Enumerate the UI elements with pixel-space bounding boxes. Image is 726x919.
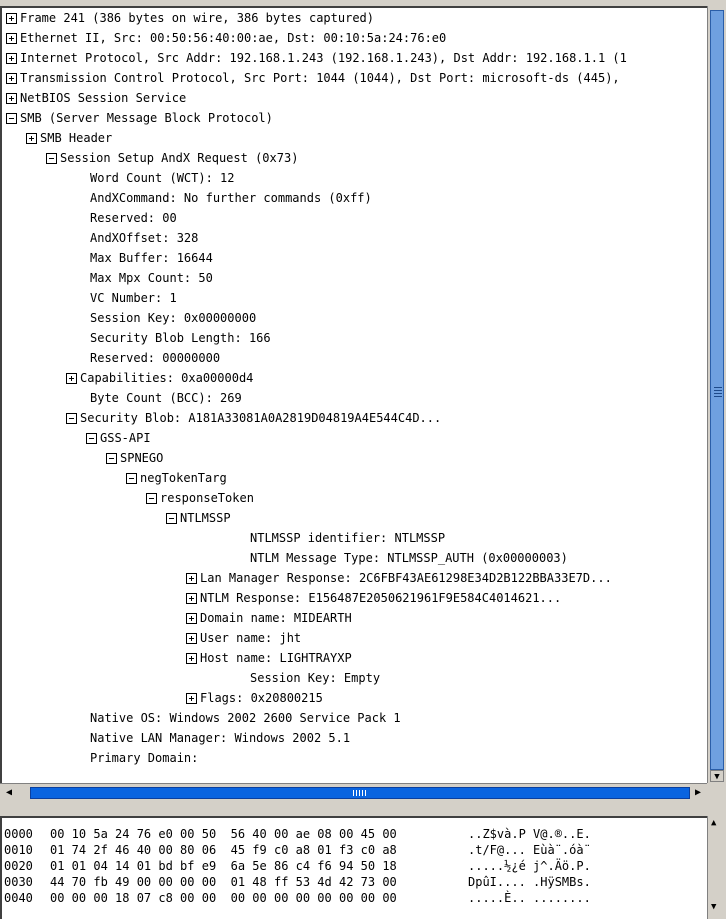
hex-offset: 0000	[4, 827, 33, 841]
packet-bytes-pane[interactable]: 0000 00 10 5a 24 76 e0 00 50 56 40 00 ae …	[0, 816, 707, 919]
tree-row-label: Frame 241 (386 bytes on wire, 386 bytes …	[20, 11, 375, 25]
tree-row-label: Lan Manager Response: 2C6FBF43AE61298E34…	[200, 571, 612, 585]
bytes-vertical-scrollbar[interactable]: ▲ ▼	[707, 816, 726, 919]
hex-bytes: 44 70 fb 49 00 00 00 00 01 48 ff 53 4d 4…	[50, 875, 397, 889]
tree-row-label: Reserved: 00000000	[90, 351, 221, 365]
tree-row-label: negTokenTarg	[140, 471, 227, 485]
expand-plus-icon[interactable]	[6, 73, 17, 84]
hex-bytes: 01 01 04 14 01 bd bf e9 6a 5e 86 c4 f6 9…	[50, 859, 397, 873]
expand-plus-icon[interactable]	[6, 13, 17, 24]
tree-row-label: Domain name: MIDEARTH	[200, 611, 352, 625]
expand-plus-icon[interactable]	[6, 33, 17, 44]
expand-plus-icon[interactable]	[186, 593, 197, 604]
tree-row-label: Byte Count (BCC): 269	[90, 391, 242, 405]
tree-row-label: Max Mpx Count: 50	[90, 271, 213, 285]
tree-row-label: Primary Domain:	[90, 751, 199, 765]
collapse-minus-icon[interactable]	[66, 413, 77, 424]
tree-row-label: GSS-API	[100, 431, 151, 445]
expand-plus-icon[interactable]	[186, 613, 197, 624]
tree-row-label: SMB (Server Message Block Protocol)	[20, 111, 273, 125]
tree-row-label: User name: jht	[200, 631, 302, 645]
tree-row-label: Native LAN Manager: Windows 2002 5.1	[90, 731, 351, 745]
collapse-minus-icon[interactable]	[46, 153, 57, 164]
hex-bytes: 00 10 5a 24 76 e0 00 50 56 40 00 ae 08 0…	[50, 827, 397, 841]
hex-ascii: .....È.. ........	[468, 891, 591, 905]
tree-row-label: Session Key: 0x00000000	[90, 311, 257, 325]
tree-row-label: Capabilities: 0xa00000d4	[80, 371, 254, 385]
expand-plus-icon[interactable]	[66, 373, 77, 384]
tree-row-label: AndXCommand: No further commands (0xff)	[90, 191, 372, 205]
packet-details-tree[interactable]: Frame 241 (386 bytes on wire, 386 bytes …	[0, 6, 707, 783]
hex-ascii: DpûI.... .HÿSMBs.	[468, 875, 591, 889]
hex-bytes: 01 74 2f 46 40 00 80 06 45 f9 c0 a8 01 f…	[50, 843, 397, 857]
tree-row-label: Ethernet II, Src: 00:50:56:40:00:ae, Dst…	[20, 31, 447, 45]
details-vertical-scroll-thumb[interactable]	[710, 10, 724, 770]
collapse-minus-icon[interactable]	[126, 473, 137, 484]
tree-row-label: AndXOffset: 328	[90, 231, 199, 245]
tree-row-label: Internet Protocol, Src Addr: 192.168.1.2…	[20, 51, 627, 65]
hex-offset: 0020	[4, 859, 33, 873]
expand-plus-icon[interactable]	[186, 653, 197, 664]
tree-row-label: Native OS: Windows 2002 2600 Service Pac…	[90, 711, 401, 725]
tree-row-label: Max Buffer: 16644	[90, 251, 213, 265]
tree-row-label: Security Blob: A181A33081A0A2819D04819A4…	[80, 411, 442, 425]
tree-row-label: NTLMSSP	[180, 511, 231, 525]
tree-row-label: NetBIOS Session Service	[20, 91, 187, 105]
tree-row-label: Security Blob Length: 166	[90, 331, 271, 345]
expand-plus-icon[interactable]	[6, 93, 17, 104]
details-vertical-scrollbar[interactable]: ▼	[707, 6, 726, 783]
hex-ascii: .t/F@... Eùà¨.óà¨	[468, 843, 591, 857]
scroll-down-arrow-icon[interactable]: ▼	[710, 770, 724, 782]
scroll-up-arrow-icon[interactable]: ▲	[711, 818, 716, 828]
tree-row-label: NTLM Message Type: NTLMSSP_AUTH (0x00000…	[250, 551, 568, 565]
details-horizontal-scroll-thumb[interactable]	[30, 787, 690, 799]
hex-offset: 0040	[4, 891, 33, 905]
collapse-minus-icon[interactable]	[166, 513, 177, 524]
tree-row-label: NTLMSSP identifier: NTLMSSP	[250, 531, 446, 545]
expand-plus-icon[interactable]	[186, 573, 197, 584]
scroll-right-arrow-icon[interactable]: ▶	[691, 786, 705, 800]
hex-offset: 0030	[4, 875, 33, 889]
tree-row-label: SMB Header	[40, 131, 113, 145]
tree-row-label: Host name: LIGHTRAYXP	[200, 651, 352, 665]
collapse-minus-icon[interactable]	[106, 453, 117, 464]
expand-plus-icon[interactable]	[186, 633, 197, 644]
tree-row-label: Session Key: Empty	[250, 671, 381, 685]
tree-row-label: Word Count (WCT): 12	[90, 171, 235, 185]
expand-plus-icon[interactable]	[26, 133, 37, 144]
scroll-down-arrow-icon[interactable]: ▼	[711, 902, 716, 912]
tree-row-label: responseToken	[160, 491, 254, 505]
tree-row-label: Session Setup AndX Request (0x73)	[60, 151, 299, 165]
pane-splitter[interactable]	[0, 802, 726, 817]
hex-ascii: ..Z$và.P V@.®..E.	[468, 827, 591, 841]
scroll-left-arrow-icon[interactable]: ◀	[2, 786, 16, 800]
hex-offset: 0010	[4, 843, 33, 857]
hex-ascii: .....½¿é j^.Äö.P.	[468, 859, 591, 873]
collapse-minus-icon[interactable]	[6, 113, 17, 124]
tree-row-label: VC Number: 1	[90, 291, 177, 305]
tree-row-label: Flags: 0x20800215	[200, 691, 323, 705]
collapse-minus-icon[interactable]	[86, 433, 97, 444]
tree-row-label: NTLM Response: E156487E2050621961F9E584C…	[200, 591, 562, 605]
tree-row-label: Reserved: 00	[90, 211, 177, 225]
expand-plus-icon[interactable]	[186, 693, 197, 704]
tree-row-label: Transmission Control Protocol, Src Port:…	[20, 71, 620, 85]
collapse-minus-icon[interactable]	[146, 493, 157, 504]
hex-bytes: 00 00 00 18 07 c8 00 00 00 00 00 00 00 0…	[50, 891, 397, 905]
scrollbar-corner	[707, 783, 726, 802]
expand-plus-icon[interactable]	[6, 53, 17, 64]
tree-row-label: SPNEGO	[120, 451, 164, 465]
details-horizontal-scrollbar[interactable]: ◀ ▶	[0, 783, 707, 802]
